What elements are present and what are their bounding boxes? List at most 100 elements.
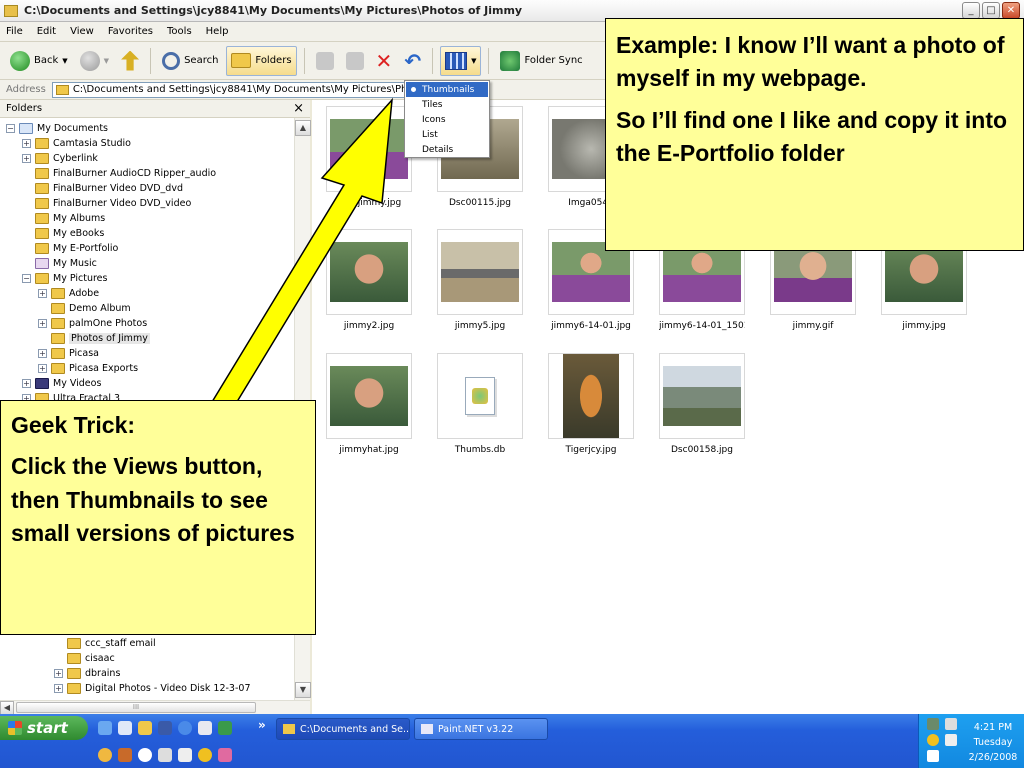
tree-item-selected[interactable]: Photos of Jimmy: [38, 331, 150, 346]
file-item[interactable]: jimmy5.jpg: [437, 229, 537, 331]
view-option-tiles[interactable]: Tiles: [406, 97, 488, 112]
network-icon[interactable]: [927, 718, 939, 730]
file-item[interactable]: jimmy2.jpg: [326, 229, 426, 331]
expand-icon[interactable]: +: [22, 154, 31, 163]
tree-item[interactable]: + Adobe: [38, 286, 99, 301]
tree-item[interactable]: + Picasa: [38, 346, 99, 361]
expand-icon[interactable]: +: [54, 684, 63, 693]
copy-to-button[interactable]: [342, 46, 368, 76]
menu-favorites[interactable]: Favorites: [108, 26, 153, 37]
file-item[interactable]: jimmyhat.jpg: [326, 353, 426, 455]
collapse-icon[interactable]: −: [22, 274, 31, 283]
scroll-up-icon[interactable]: ▲: [295, 120, 311, 136]
document-icon[interactable]: [118, 721, 132, 735]
forward-dropdown-icon[interactable]: ▼: [104, 57, 109, 65]
tree-item[interactable]: + Digital Photos - Video Disk 12-3-07: [54, 681, 251, 696]
expand-icon[interactable]: +: [38, 364, 47, 373]
tree-item[interactable]: + Cyberlink: [22, 151, 98, 166]
maximize-button[interactable]: □: [982, 2, 1000, 19]
tree-item[interactable]: My E-Portfolio: [22, 241, 118, 256]
tree-item[interactable]: + Picasa Exports: [38, 361, 138, 376]
expand-icon[interactable]: +: [38, 289, 47, 298]
taskbar-window-paint[interactable]: Paint.NET v3.22: [414, 718, 548, 740]
back-dropdown-icon[interactable]: ▼: [62, 57, 67, 65]
word-icon[interactable]: [198, 721, 212, 735]
close-button[interactable]: ✕: [1002, 2, 1020, 19]
address-input[interactable]: C:\Documents and Settings\jcy8841\My Doc…: [51, 81, 420, 98]
tree-item[interactable]: + Camtasia Studio: [22, 136, 131, 151]
tree-item[interactable]: Demo Album: [38, 301, 131, 316]
file-item[interactable]: Thumbs.db: [437, 353, 537, 455]
tree-item[interactable]: FinalBurner Video DVD_dvd: [22, 181, 183, 196]
folders-pane-close-icon[interactable]: ×: [293, 101, 304, 116]
expand-icon[interactable]: +: [54, 669, 63, 678]
my-documents-icon: [19, 123, 33, 134]
tree-item[interactable]: My eBooks: [22, 226, 104, 241]
folder-icon: [67, 683, 81, 694]
app-icon[interactable]: [158, 748, 172, 762]
search-button[interactable]: Search: [158, 46, 222, 76]
file-item[interactable]: Tigerjcy.jpg: [548, 353, 648, 455]
tree-item[interactable]: − My Pictures: [22, 271, 107, 286]
menu-tools[interactable]: Tools: [167, 26, 192, 37]
tree-item[interactable]: cisaac: [54, 651, 115, 666]
menu-help[interactable]: Help: [206, 26, 229, 37]
folder-sync-button[interactable]: Folder Sync: [496, 46, 586, 76]
clock[interactable]: 4:21 PM Tuesday 2/26/2008: [965, 720, 1021, 765]
view-option-list[interactable]: List: [406, 127, 488, 142]
start-button[interactable]: start: [0, 716, 88, 740]
scroll-down-icon[interactable]: ▼: [295, 682, 311, 698]
expand-icon[interactable]: +: [22, 139, 31, 148]
app-icon[interactable]: [198, 748, 212, 762]
views-button[interactable]: ▼: [440, 45, 482, 76]
folders-button[interactable]: Folders: [226, 45, 297, 76]
folder-icon[interactable]: [138, 721, 152, 735]
volume-icon[interactable]: [945, 718, 957, 730]
app-icon[interactable]: [178, 748, 192, 762]
tree-item[interactable]: FinalBurner Video DVD_video: [22, 196, 191, 211]
tree-item[interactable]: FinalBurner AudioCD Ripper_audio: [22, 166, 216, 181]
expand-icon[interactable]: +: [38, 349, 47, 358]
app-icon[interactable]: [945, 734, 957, 746]
app-icon[interactable]: [927, 734, 939, 746]
menu-view[interactable]: View: [70, 26, 94, 37]
quick-launch-chevron[interactable]: »: [258, 718, 266, 732]
view-option-thumbnails[interactable]: Thumbnails: [406, 82, 488, 97]
desktop-icon[interactable]: [98, 721, 112, 735]
tree-item[interactable]: − My Documents: [6, 121, 108, 136]
file-item[interactable]: Dsc00158.jpg: [659, 353, 759, 455]
scroll-left-icon[interactable]: ◀: [0, 701, 14, 715]
tree-item[interactable]: My Music: [22, 256, 97, 271]
tree-item[interactable]: + My Videos: [22, 376, 101, 391]
menu-edit[interactable]: Edit: [37, 26, 56, 37]
menu-file[interactable]: File: [6, 26, 23, 37]
collapse-icon[interactable]: −: [6, 124, 15, 133]
tree-item[interactable]: + palmOne Photos: [38, 316, 147, 331]
app-icon[interactable]: [158, 721, 172, 735]
expand-icon[interactable]: +: [22, 379, 31, 388]
shield-icon[interactable]: [927, 750, 939, 762]
tree-item[interactable]: My Albums: [22, 211, 105, 226]
up-folder-button[interactable]: [117, 46, 143, 76]
delete-button[interactable]: ✕: [372, 46, 397, 76]
app-icon[interactable]: [118, 748, 132, 762]
app-icon[interactable]: [98, 748, 112, 762]
tree-item[interactable]: + dbrains: [54, 666, 120, 681]
tree-item[interactable]: ccc_staff email: [54, 636, 156, 651]
thumbnail-frame: [548, 353, 634, 439]
move-to-button[interactable]: [312, 46, 338, 76]
horizontal-scroll-thumb[interactable]: III: [16, 702, 256, 713]
app-icon[interactable]: [218, 748, 232, 762]
back-button[interactable]: Back ▼: [6, 46, 72, 76]
view-option-details[interactable]: Details: [406, 142, 488, 157]
media-icon[interactable]: [138, 748, 152, 762]
folders-horizontal-scrollbar[interactable]: ◀ III: [0, 700, 310, 715]
internet-explorer-icon[interactable]: [178, 721, 192, 735]
forward-button[interactable]: ▼: [76, 46, 113, 76]
view-option-icons[interactable]: Icons: [406, 112, 488, 127]
excel-icon[interactable]: [218, 721, 232, 735]
expand-icon[interactable]: +: [38, 319, 47, 328]
taskbar-window-explorer[interactable]: C:\Documents and Se...: [276, 718, 410, 740]
undo-button[interactable]: ↶: [400, 46, 425, 76]
minimize-button[interactable]: _: [962, 2, 980, 19]
